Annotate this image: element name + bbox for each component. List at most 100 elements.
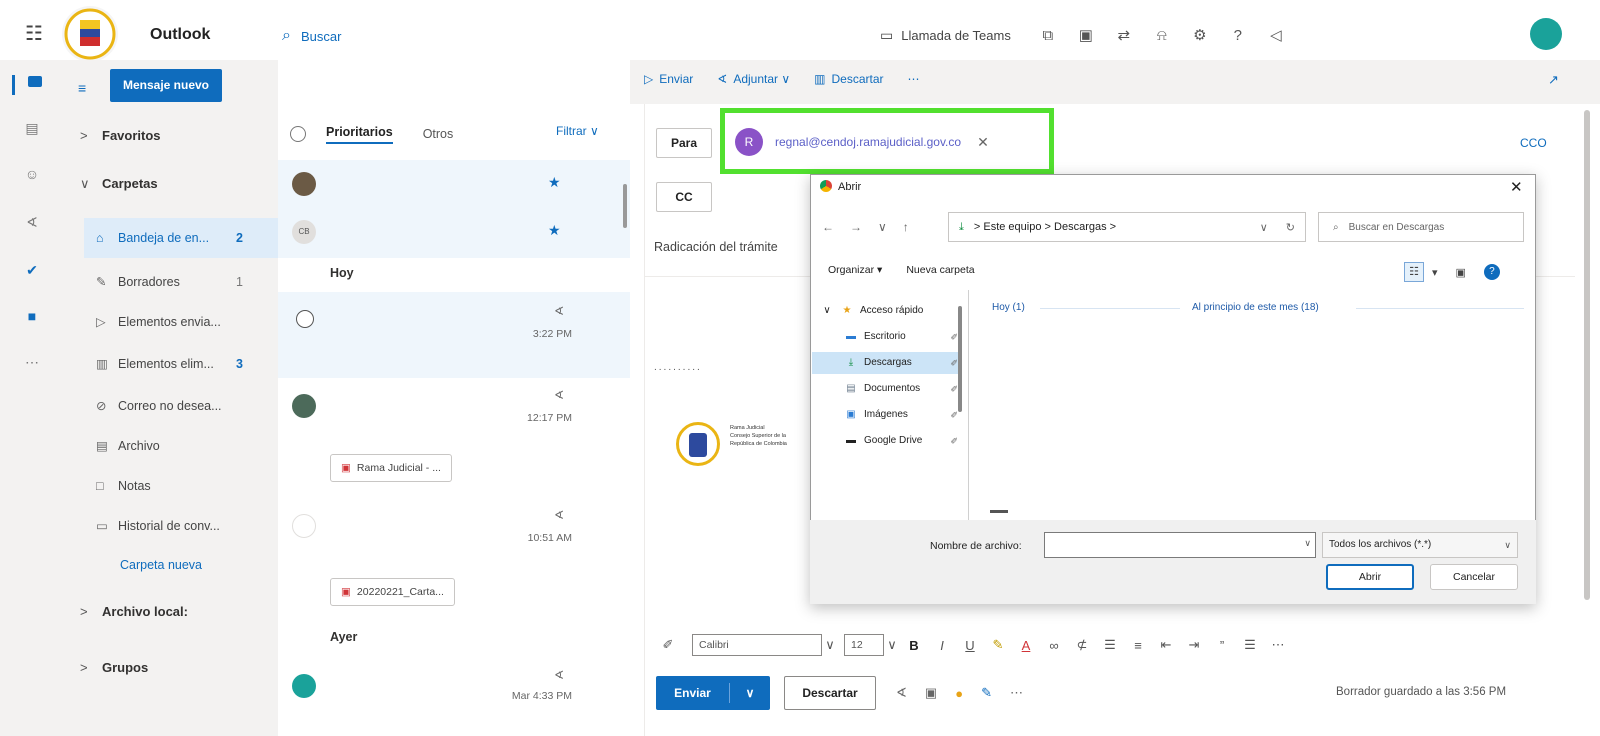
chevron-down-icon[interactable]: ∨ (730, 686, 770, 700)
preview-pane-icon[interactable]: ▣ (1456, 266, 1466, 279)
bullets-icon[interactable]: ☰ (1096, 637, 1124, 653)
font-select[interactable]: Calibri (692, 634, 822, 656)
tree-item-documents[interactable]: ▤ Documentos ✐ (812, 378, 960, 400)
people-icon[interactable]: ☺ (22, 166, 42, 186)
emoji-icon[interactable]: ● (955, 686, 963, 701)
bcc-button[interactable]: CCO (1520, 136, 1547, 150)
gear-icon[interactable]: ⚙ (1181, 26, 1219, 44)
folder-junk[interactable]: ⊘ Correo no desea... (84, 386, 278, 426)
tree-item-downloads[interactable]: ⤓ Descargas ✐ (812, 352, 960, 374)
calendar-icon[interactable]: ▤ (22, 120, 42, 140)
bold-icon[interactable]: B (900, 638, 928, 653)
dialog-search-input[interactable]: Buscar en Descargas (1349, 222, 1445, 233)
unlink-icon[interactable]: ⊄ (1068, 637, 1096, 653)
feedback-icon[interactable]: ◁ (1257, 26, 1295, 44)
indent-decrease-icon[interactable]: ⇤ (1152, 637, 1180, 653)
chevron-down-icon[interactable]: ∨ (1304, 538, 1311, 549)
chevron-down-icon[interactable]: ▾ (1432, 266, 1438, 279)
select-all-checkbox[interactable] (290, 126, 306, 142)
list-item[interactable]: ∢ 10:51 AM ▣ 20220221_Carta... (278, 498, 630, 618)
teams-call-button[interactable]: ▭ Llamada de Teams (880, 27, 1011, 44)
path-segment[interactable]: Este equipo (983, 221, 1041, 233)
tree-item-images[interactable]: ▣ Imágenes ✐ (812, 404, 960, 426)
file-group-today[interactable]: Hoy (1) (992, 302, 1025, 313)
search-input[interactable]: Buscar (301, 29, 341, 44)
folder-deleted[interactable]: ▥ Elementos elim... 3 (84, 344, 278, 384)
italic-icon[interactable]: I (928, 638, 956, 653)
align-icon[interactable]: ☰ (1236, 637, 1264, 653)
folder-inbox[interactable]: ⌂ Bandeja de en... 2 (84, 218, 278, 258)
folder-notes[interactable]: □ Notas (84, 466, 278, 506)
paperclip-icon[interactable]: ∢ (896, 685, 907, 701)
rail-mail-item[interactable] (12, 72, 52, 98)
filter-button[interactable]: Filtrar ∨ (556, 124, 599, 138)
new-message-button[interactable]: Mensaje nuevo (110, 69, 222, 102)
underline-icon[interactable]: U (956, 638, 984, 653)
scrollbar[interactable] (623, 184, 627, 228)
scrollbar[interactable] (958, 306, 962, 412)
chevron-down-icon[interactable]: ∨ (822, 637, 838, 653)
quote-icon[interactable]: ” (1208, 638, 1236, 653)
local-archive-section[interactable]: > Archivo local: (80, 604, 188, 619)
tab-focused[interactable]: Prioritarios (326, 125, 393, 144)
filename-input[interactable]: ∨ (1044, 532, 1316, 558)
discard-tool-button[interactable]: ▥ Descartar (814, 72, 883, 86)
chevron-down-icon[interactable]: ∨ (1260, 221, 1268, 234)
refresh-icon[interactable]: ↻ (1286, 221, 1295, 234)
up-arrow-icon[interactable]: ↑ (903, 220, 909, 234)
list-item[interactable]: ★ (278, 160, 630, 208)
tree-item-quick-access[interactable]: ∨ ★ Acceso rápido (812, 300, 960, 322)
organize-button[interactable]: Organizar ▾ (828, 264, 882, 276)
subject-field[interactable]: Radicación del trámite (654, 240, 778, 254)
chevron-down-icon[interactable]: ∨ (884, 637, 900, 653)
more-options-icon[interactable]: ⋯ (1010, 685, 1023, 701)
app-launcher-icon[interactable]: ☷ (22, 22, 46, 46)
numbering-icon[interactable]: ≡ (1124, 638, 1152, 653)
paperclip-icon[interactable]: ∢ (22, 214, 42, 234)
discard-button[interactable]: Descartar (784, 676, 876, 710)
attachment-chip[interactable]: ▣ Rama Judicial - ... (330, 454, 452, 482)
attach-button[interactable]: ∢ Adjuntar ∨ (717, 72, 790, 86)
folder-sent[interactable]: ▷ Elementos envia... (84, 302, 278, 342)
chevron-down-icon[interactable]: ∨ (878, 220, 887, 234)
indent-increase-icon[interactable]: ⇥ (1180, 637, 1208, 653)
hamburger-menu-icon[interactable]: ≡ (78, 80, 86, 96)
body-text[interactable]: .......... (654, 362, 702, 373)
to-button[interactable]: Para (656, 128, 712, 158)
close-icon[interactable]: ✕ (1510, 178, 1523, 196)
todo-check-icon[interactable]: ✔ (22, 262, 42, 282)
more-apps-icon[interactable]: ⋯ (22, 354, 42, 374)
new-folder-button[interactable]: Nueva carpeta (906, 264, 974, 276)
folders-section[interactable]: ∨ Carpetas (80, 176, 158, 192)
filetype-select[interactable]: Todos los archivos (*.*) ∨ (1322, 532, 1518, 558)
popout-icon[interactable]: ↗ (1548, 72, 1559, 88)
recipient-chip[interactable]: R regnal@cendoj.ramajudicial.gov.co ✕ (735, 126, 989, 158)
scrollbar[interactable] (1584, 110, 1590, 600)
send-button[interactable]: Enviar ∨ (656, 676, 770, 710)
remove-recipient-icon[interactable]: ✕ (977, 134, 989, 151)
editor-icon[interactable]: ✎ (981, 685, 992, 701)
list-item[interactable]: ∢ 12:17 PM ▣ Rama Judicial - ... (278, 378, 630, 498)
file-group-month[interactable]: Al principio de este mes (18) (1192, 302, 1319, 313)
view-mode-icon[interactable]: ☷ (1404, 262, 1424, 282)
scrollbar[interactable] (990, 510, 1008, 513)
more-options-icon[interactable]: ⋯ (908, 72, 920, 86)
teams-icon[interactable]: ⇄ (1105, 26, 1143, 44)
open-button[interactable]: Abrir (1326, 564, 1414, 590)
bell-icon[interactable]: ⍾ (1143, 27, 1181, 44)
favorites-section[interactable]: > Favoritos (80, 128, 161, 143)
image-icon[interactable]: ▣ (925, 685, 937, 701)
list-item[interactable]: ∢ 3:22 PM (278, 292, 630, 378)
new-folder-link[interactable]: Carpeta nueva (120, 558, 202, 572)
cc-button[interactable]: CC (656, 182, 712, 212)
attachment-chip[interactable]: ▣ 20220221_Carta... (330, 578, 455, 606)
tree-item-desktop[interactable]: ▬ Escritorio ✐ (812, 326, 960, 348)
format-painter-icon[interactable]: ✐ (654, 637, 682, 653)
my-day-icon[interactable]: ⧉ (1029, 27, 1067, 44)
teams-app-icon[interactable]: ■ (22, 308, 42, 328)
list-item[interactable]: CB ★ (278, 208, 630, 258)
folder-conversation-history[interactable]: ▭ Historial de conv... (84, 506, 278, 546)
folder-drafts[interactable]: ✎ Borradores 1 (84, 262, 278, 302)
font-size-select[interactable]: 12 (844, 634, 884, 656)
address-bar[interactable]: ⤓ > Este equipo > Descargas > ∨ ↻ (948, 212, 1306, 242)
